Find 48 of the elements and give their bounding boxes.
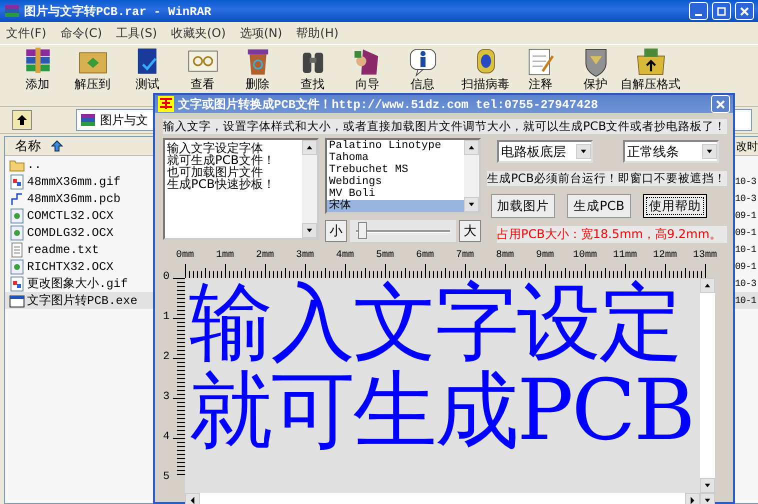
file-name: RICHTX32.OCX [27,260,114,274]
dialog-title: 文字或图片转换成PCB文件！http://www.51dz.com tel:0755-27947428 [178,96,600,112]
preview-text: 就可生成PCB [189,366,695,454]
text-line: 输入文字设定字体 [167,142,263,154]
ruler-label: 2 [163,351,171,365]
text-line: 生成PCB快速抄板！ [167,178,275,190]
file-date: 10-3 [735,278,758,289]
ruler-label: 7mm [454,250,475,261]
ruler-label: 4mm [334,250,355,261]
file-name: 文字图片转PCB.exe [27,292,138,309]
ruler-label: 5 [163,471,171,485]
window-title: 图片与文字转PCB.rar - WinRAR [24,4,212,20]
file-name: .. [27,158,42,172]
file-name: 更改图象大小.gif [27,276,128,292]
text-line: 也可加载图片文件 [167,166,263,178]
file-date: 10-1 [735,295,758,306]
ruler-label: 10mm [572,250,598,261]
ruler-label: 5mm [374,250,395,261]
file-date: 09-1 [735,261,758,272]
instruction-text: 输入文字，设置字体样式和大小，或者直接加载图片文件调节大小，就可以生成PCB文件或者抄电路板了！ [163,119,727,134]
ruler-label: 3 [163,391,171,405]
ruler-label: 9mm [534,250,555,261]
ruler-label: 4 [163,431,171,445]
ruler-label: 1mm [214,250,235,261]
file-name: 48mmX36mm.gif [27,174,121,188]
ruler-label: 3mm [294,250,315,261]
ruler-label: 13mm [692,250,718,261]
ruler-label: 8mm [494,250,515,261]
preview-text: 输入文字设定 [189,278,682,366]
file-date: 09-1 [735,210,758,221]
ruler-label: 11mm [612,250,638,261]
ruler-label: 6mm [414,250,435,261]
size-info-text: 占用PCB大小：宽18.5mm，高9.2mm。 [497,226,727,243]
ruler-label: 2mm [254,250,275,261]
file-name: 48mmX36mm.pcb [27,192,121,206]
file-name: readme.txt [27,242,100,256]
ruler-label: 12mm [652,250,678,261]
notice-text: 生成PCB必须前台运行！即窗口不要被遮挡！ [487,171,727,186]
file-date: 10-3 [735,193,758,204]
ruler-label: 0mm [174,250,195,261]
file-date: 10-3 [735,176,758,187]
ruler-label: 0 [163,271,171,285]
file-date: 09-1 [735,227,758,238]
text-line: 就可生成PCB文件！ [167,154,275,166]
file-name: COMCTL32.OCX [27,208,114,222]
file-name: COMDLG32.OCX [27,226,114,240]
file-date: 10-1 [735,244,758,255]
ruler-label: 1 [163,311,171,325]
